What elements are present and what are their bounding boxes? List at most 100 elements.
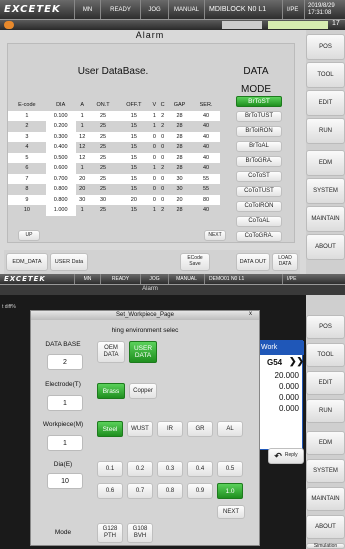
oem-data-button[interactable]: OEM DATA: [97, 341, 125, 363]
side-pos-2[interactable]: POS: [306, 315, 345, 339]
side-edm-2[interactable]: EDM: [306, 431, 345, 455]
dia-label: Dia(E): [53, 461, 73, 468]
side-edit-2[interactable]: EDIT: [306, 371, 345, 395]
table-row[interactable]: 3 0.300 12 25 15 0 0 28 40: [8, 131, 220, 142]
electrode-value[interactable]: 1: [47, 395, 83, 411]
table-row[interactable]: 5 0.500 12 25 15 0 0 28 40: [8, 152, 220, 163]
cell-offt: 15: [130, 144, 137, 151]
load-data-button[interactable]: LOAD DATA: [272, 253, 298, 271]
dia-0-3[interactable]: 0.3: [157, 461, 183, 477]
mode-button-6[interactable]: CoToTUST: [236, 186, 282, 197]
mode-button-3[interactable]: BrToAL: [236, 141, 282, 152]
dia-0-1[interactable]: 0.1: [97, 461, 123, 477]
dia-1-0[interactable]: 1.0: [217, 483, 243, 499]
database-value[interactable]: 2: [47, 354, 83, 370]
side-run[interactable]: RUN: [306, 118, 345, 144]
side-edm[interactable]: EDM: [306, 150, 345, 176]
dia-0-2[interactable]: 0.2: [127, 461, 153, 477]
col-ont: ON.T: [96, 102, 110, 109]
dia-0-6[interactable]: 0.6: [97, 483, 123, 499]
mode-button-0[interactable]: BrToST: [236, 96, 282, 107]
table-row[interactable]: 1 0.100 1 25 15 1 2 28 40: [8, 110, 220, 121]
side-maintain-2[interactable]: MAINTAIN: [306, 487, 345, 511]
col-ser: SER.: [199, 102, 213, 109]
mode-button-7[interactable]: CoToIRON: [236, 201, 282, 212]
dialog-message: hing environment selec: [111, 327, 179, 334]
wust-button[interactable]: WUST: [127, 421, 153, 437]
dia-0-4[interactable]: 0.4: [187, 461, 213, 477]
side-system[interactable]: SYSTEM: [306, 178, 345, 204]
mode-mn-2: MN: [74, 274, 100, 284]
col-c: C: [160, 102, 165, 109]
side-maintain[interactable]: MAINTAIN: [306, 206, 345, 232]
dia-0-9[interactable]: 0.9: [187, 483, 213, 499]
table-row[interactable]: 7 0.700 20 25 15 0 0 30 55: [8, 173, 220, 184]
top-screen: EXCETEK MN READY JOG MANUAL MDIBLOCK N0 …: [0, 0, 345, 274]
table-row[interactable]: 10 1.000 1 25 15 1 2 28 40: [8, 205, 220, 216]
table-row[interactable]: 6 0.600 1 25 15 1 2 28 40: [8, 163, 220, 174]
side-pos[interactable]: POS: [306, 34, 345, 60]
mode-button-1[interactable]: BrToTUST: [236, 111, 282, 122]
steel-button[interactable]: Steel: [97, 421, 123, 437]
mode-button-8[interactable]: CoToAL: [236, 216, 282, 227]
workpiece-label: Workpiece(M): [42, 421, 84, 428]
side-about-2[interactable]: ABOUT: [306, 515, 345, 539]
database-label: DATA BASE: [45, 341, 81, 348]
table-row[interactable]: 4 0.400 12 25 15 0 0 28 40: [8, 142, 220, 153]
cell-gap: 30: [176, 186, 183, 193]
g108-bvh-button[interactable]: G108 BVH: [127, 523, 153, 543]
user-data-button-2[interactable]: USER DATA: [129, 341, 157, 363]
cell-offt: 15: [117, 152, 151, 163]
user-data-button[interactable]: USER Data: [50, 253, 88, 271]
next-button[interactable]: NEXT: [204, 230, 226, 241]
cell-c: 0: [161, 186, 165, 193]
dialog-next-button[interactable]: NEXT: [217, 505, 245, 519]
side-about[interactable]: ABOUT: [306, 234, 345, 260]
chevron-right-icon[interactable]: ❯❯: [289, 356, 304, 367]
cell-a: 1: [80, 123, 84, 130]
dia-value[interactable]: 10: [47, 473, 83, 489]
side-simulation[interactable]: Simulation: [306, 543, 345, 549]
mode-button-5[interactable]: CoToST: [236, 171, 282, 182]
workpiece-value[interactable]: 1: [47, 435, 83, 451]
cell-gap: 28: [176, 165, 183, 172]
gr-button[interactable]: GR: [187, 421, 213, 437]
side-tool-2[interactable]: TOOL: [306, 343, 345, 367]
side-edit[interactable]: EDIT: [306, 90, 345, 116]
table-row[interactable]: 9 0.800 30 30 20 0 0 20 80: [8, 194, 220, 205]
ir-button[interactable]: IR: [157, 421, 183, 437]
program-file-2: DEMO01 N0 L1: [204, 274, 282, 284]
al-button[interactable]: AL: [217, 421, 243, 437]
dia-0-5[interactable]: 0.5: [217, 461, 243, 477]
dia-0-7[interactable]: 0.7: [127, 483, 153, 499]
close-icon[interactable]: x: [249, 311, 252, 317]
g128-pth-button[interactable]: G128 PTH: [97, 523, 123, 543]
brass-button[interactable]: Brass: [97, 383, 125, 399]
dia-0-8[interactable]: 0.8: [157, 483, 183, 499]
cell-v: 1: [152, 123, 156, 130]
datetime: 2019/8/29 17:31:08: [304, 0, 339, 19]
copper-button[interactable]: Copper: [129, 383, 157, 399]
ecode-save-button[interactable]: ECode Save: [180, 253, 210, 271]
mode-label: Mode: [54, 529, 72, 536]
up-button[interactable]: UP: [18, 230, 40, 241]
mode-button-4[interactable]: BrToGRA.: [236, 156, 282, 167]
table-row[interactable]: 2 0.200 1 25 15 1 2 28 40: [8, 121, 220, 132]
table-row[interactable]: 8 0.800 20 25 15 0 0 30 55: [8, 184, 220, 195]
side-run-2[interactable]: RUN: [306, 399, 345, 423]
cell-ser: 40: [203, 144, 210, 151]
data-out-button[interactable]: DATA OUT: [236, 253, 270, 271]
cell-ser: 40: [192, 131, 220, 142]
side-system-2[interactable]: SYSTEM: [306, 459, 345, 483]
cell-v: 1: [152, 165, 156, 172]
reply-button[interactable]: ↶ Reply: [268, 448, 304, 464]
cell-offt: 15: [130, 207, 137, 214]
cell-offt: 15: [130, 186, 137, 193]
mode-button-9[interactable]: CoToGRA.: [236, 231, 282, 242]
side-tool[interactable]: TOOL: [306, 62, 345, 88]
mode-ready-2: READY: [100, 274, 140, 284]
cell-a: 1: [75, 110, 89, 121]
mode-button-2[interactable]: BrToIRON: [236, 126, 282, 137]
col-offt: OFF.T: [126, 102, 142, 109]
edm-data-button[interactable]: EDM_DATA: [6, 253, 48, 271]
